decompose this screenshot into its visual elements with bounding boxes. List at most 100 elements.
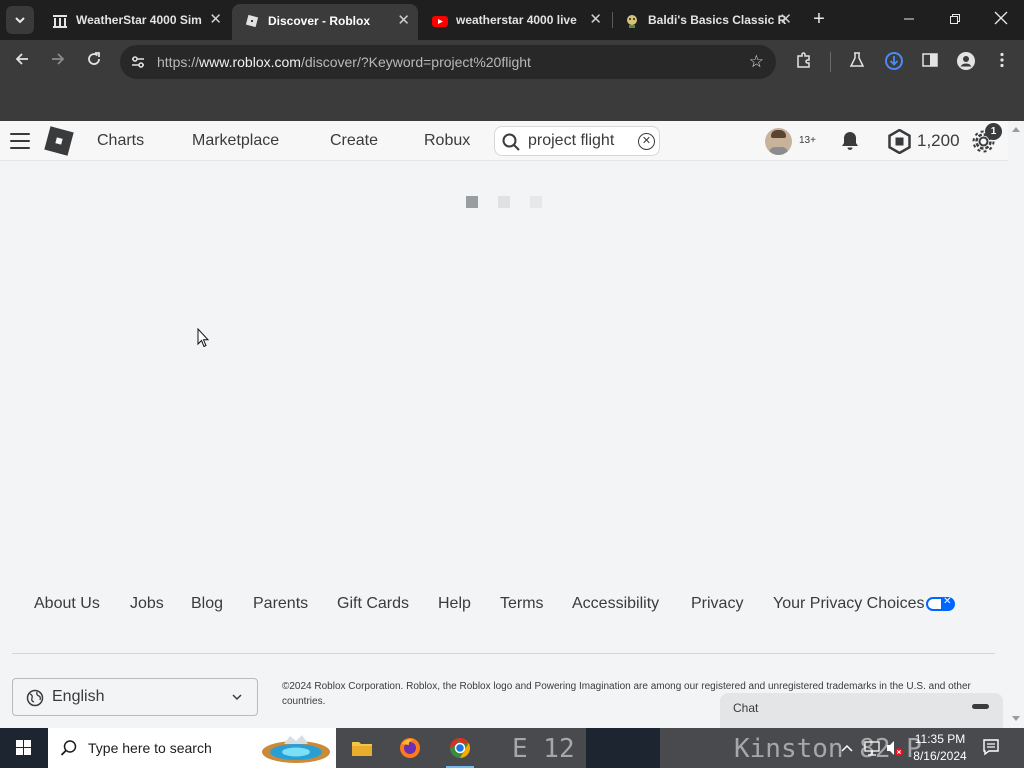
- tab-title: Discover - Roblox: [268, 14, 371, 28]
- language-value: English: [52, 688, 105, 705]
- globe-icon: [26, 689, 44, 707]
- bookmarks-bar: [0, 84, 1024, 121]
- avatar[interactable]: [765, 128, 792, 155]
- search-highlight-image: [262, 735, 330, 763]
- chevron-down-icon: [232, 694, 242, 701]
- speaker-muted-icon: [887, 741, 903, 756]
- address-bar[interactable]: https://www.roblox.com/discover/?Keyword…: [120, 45, 776, 79]
- privacy-choices-toggle-icon: [926, 596, 956, 611]
- footer-link-privacy-choices[interactable]: Your Privacy Choices: [773, 595, 956, 613]
- restore-button[interactable]: [932, 0, 978, 40]
- tab-discover-roblox[interactable]: Discover - Roblox ✕: [232, 4, 418, 40]
- bookmark-star-icon[interactable]: ☆: [749, 45, 764, 79]
- roblox-logo[interactable]: [44, 126, 74, 156]
- volume-status[interactable]: [885, 728, 905, 768]
- roblox-icon: [245, 14, 259, 28]
- clear-search-icon[interactable]: ✕: [638, 133, 655, 150]
- firefox-icon: [400, 738, 420, 758]
- settings-badge: 1: [985, 123, 1002, 140]
- chat-panel[interactable]: Chat: [720, 693, 1003, 728]
- age-badge: 13+: [799, 135, 816, 146]
- start-button[interactable]: [0, 728, 48, 768]
- site-settings-icon: [132, 56, 144, 68]
- page-scrollbar[interactable]: [1008, 121, 1024, 728]
- toolbar-separator: [830, 52, 831, 72]
- reload-button[interactable]: [80, 48, 108, 76]
- footer-link-help[interactable]: Help: [438, 595, 471, 613]
- arrow-left-icon: [15, 53, 28, 65]
- nav-charts[interactable]: Charts: [97, 121, 144, 161]
- footer-link-blog[interactable]: Blog: [191, 595, 223, 613]
- tab-weatherstar-live[interactable]: weatherstar 4000 live ✕: [420, 4, 610, 36]
- download-icon[interactable]: [883, 51, 905, 73]
- clock-time: 11:35 PM: [914, 732, 966, 746]
- side-panel-icon[interactable]: [919, 51, 941, 73]
- forward-button[interactable]: [44, 48, 72, 76]
- robux-icon[interactable]: [887, 129, 912, 154]
- close-icon: [994, 11, 1008, 25]
- taskbar-search-box[interactable]: Type here to search: [48, 728, 336, 768]
- loader-dot: [498, 196, 510, 208]
- show-hidden-icons-button[interactable]: [840, 728, 854, 768]
- nav-robux[interactable]: Robux: [424, 121, 470, 161]
- browser-menu-icon[interactable]: [991, 51, 1013, 73]
- browser-tab-strip: WeatherStar 4000 Sim ✕ Discover - Roblox…: [0, 0, 1024, 40]
- close-icon[interactable]: ✕: [209, 4, 222, 36]
- tab-baldis-basics[interactable]: Baldi's Basics Classic R ✕: [612, 4, 800, 36]
- taskbar-chrome[interactable]: [444, 732, 476, 768]
- url-text: https://www.roblox.com/discover/?Keyword…: [157, 54, 531, 70]
- footer-link-jobs[interactable]: Jobs: [130, 595, 164, 613]
- network-status[interactable]: [862, 728, 882, 768]
- baldi-icon: [627, 15, 637, 28]
- profile-icon[interactable]: [955, 51, 977, 73]
- footer-link-terms[interactable]: Terms: [500, 595, 544, 613]
- tab-title: weatherstar 4000 live: [456, 13, 577, 27]
- chrome-icon: [450, 738, 470, 758]
- close-icon[interactable]: ✕: [779, 4, 792, 36]
- system-clock[interactable]: 11:35 PM 8/16/2024: [907, 731, 973, 765]
- close-icon[interactable]: ✕: [397, 4, 410, 38]
- chat-title: Chat: [733, 701, 759, 715]
- new-tab-button[interactable]: +: [808, 4, 830, 36]
- back-button[interactable]: [8, 48, 36, 76]
- network-icon: [864, 741, 880, 756]
- footer-link-privacy[interactable]: Privacy: [691, 595, 743, 613]
- close-window-button[interactable]: [978, 0, 1024, 40]
- tab-title: WeatherStar 4000 Sim: [76, 13, 202, 27]
- nav-marketplace[interactable]: Marketplace: [192, 121, 279, 161]
- extensions-icon[interactable]: [793, 51, 815, 73]
- arrow-right-icon: [52, 53, 65, 65]
- tab-weatherstar[interactable]: WeatherStar 4000 Sim ✕: [40, 4, 230, 36]
- minimize-icon: [904, 18, 914, 20]
- chat-minimize-icon[interactable]: [972, 704, 989, 709]
- footer-link-about-us[interactable]: About Us: [34, 595, 100, 613]
- mouse-cursor-icon: [197, 328, 209, 348]
- chevron-down-icon: [15, 17, 25, 24]
- taskbar-firefox[interactable]: [394, 732, 426, 764]
- search-input[interactable]: project flight ✕: [494, 126, 660, 156]
- chevron-up-icon: [841, 744, 853, 752]
- nav-create[interactable]: Create: [330, 121, 378, 161]
- search-icon: [60, 740, 77, 756]
- footer-link-parents[interactable]: Parents: [253, 595, 308, 613]
- tab-search-button[interactable]: [6, 6, 34, 34]
- taskbar-file-explorer[interactable]: [346, 732, 378, 764]
- reload-icon: [88, 52, 100, 65]
- footer-divider: [12, 653, 995, 654]
- footer-link-gift-cards[interactable]: Gift Cards: [337, 595, 409, 613]
- browser-toolbar: https://www.roblox.com/discover/?Keyword…: [0, 40, 1024, 84]
- notification-bell-icon[interactable]: [839, 130, 861, 152]
- hamburger-menu-icon[interactable]: [10, 133, 30, 149]
- notification-center-icon[interactable]: [982, 738, 1000, 756]
- scroll-down-arrow-icon[interactable]: [1012, 716, 1020, 721]
- footer-link-accessibility[interactable]: Accessibility: [572, 595, 659, 613]
- taskbar-search-placeholder: Type here to search: [88, 740, 212, 756]
- clock-date: 8/16/2024: [913, 749, 967, 763]
- language-selector[interactable]: English: [12, 678, 258, 716]
- minimize-button[interactable]: [886, 0, 932, 40]
- close-icon[interactable]: ✕: [589, 4, 602, 36]
- windows-taskbar: E 12 Kinston 82 P Type here to search 11…: [0, 728, 1024, 768]
- robux-balance[interactable]: 1,200: [917, 121, 960, 161]
- scroll-up-arrow-icon[interactable]: [1012, 127, 1020, 132]
- labs-flask-icon[interactable]: [846, 51, 868, 73]
